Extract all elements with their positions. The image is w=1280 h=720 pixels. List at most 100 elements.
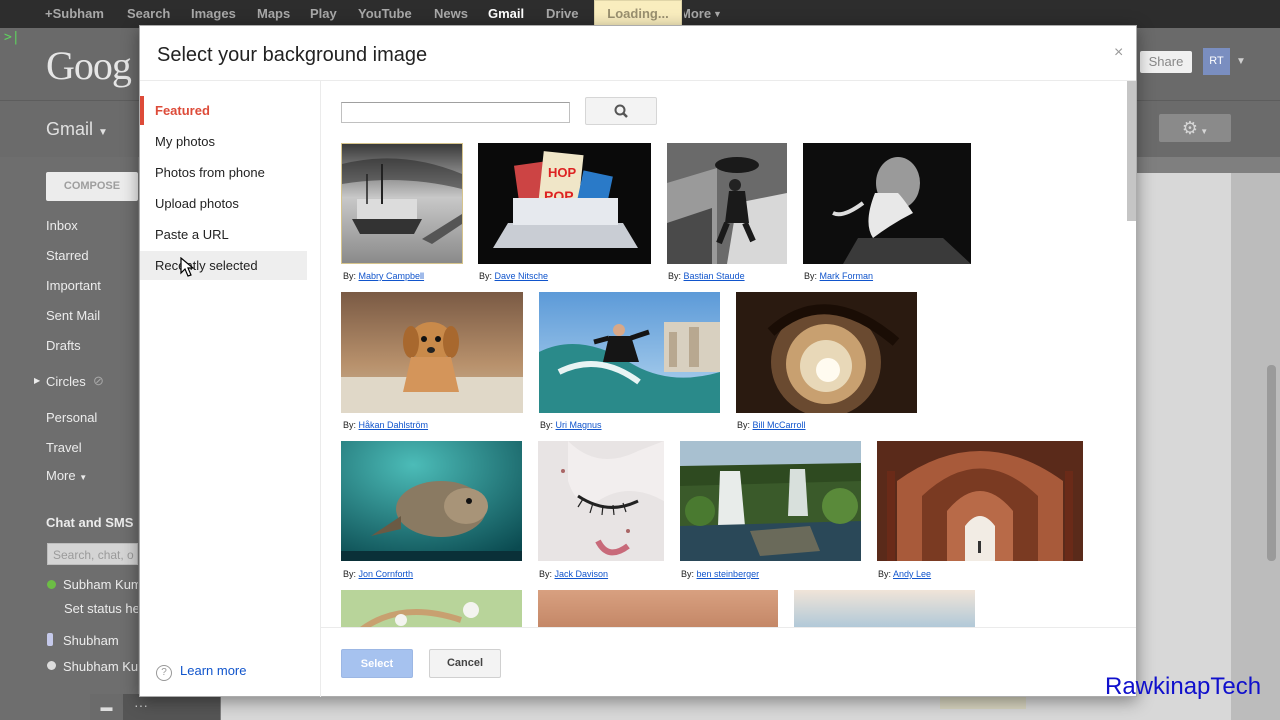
photo-grid: By: Mabry Campbell HOP POP By: Dave Nitsc… xyxy=(321,81,1118,627)
avatar[interactable]: RT xyxy=(1203,48,1230,75)
nav-sent-mail[interactable]: Sent Mail xyxy=(46,308,100,323)
chat-heading: Chat and SMS xyxy=(46,515,134,530)
sidebar-item-recently-selected[interactable]: Recently selected xyxy=(140,251,307,280)
gmail-menu-button[interactable]: Gmail ▼ xyxy=(46,119,108,140)
topbar-item-more[interactable]: More xyxy=(684,6,711,21)
sidebar-item-featured[interactable]: Featured xyxy=(140,96,307,125)
sidebar-item-photos-from-phone[interactable]: Photos from phone xyxy=(140,158,307,187)
topbar-item-play[interactable]: Play xyxy=(310,6,337,21)
author-link[interactable]: Uri Magnus xyxy=(556,420,602,430)
status-box xyxy=(940,697,1026,709)
by-label: By: xyxy=(343,569,357,579)
author-link[interactable]: Bastian Staude xyxy=(684,271,745,281)
search-button[interactable] xyxy=(585,97,657,125)
more-dots-icon[interactable]: ··· xyxy=(134,697,148,713)
chat-contact[interactable]: Subham Kum xyxy=(63,577,142,592)
photo-surfer[interactable] xyxy=(539,292,720,413)
search-input[interactable] xyxy=(341,102,570,123)
photo-old-man[interactable] xyxy=(803,143,971,264)
nav-personal[interactable]: Personal xyxy=(46,410,97,425)
photo-sky[interactable] xyxy=(794,590,975,627)
nav-starred[interactable]: Starred xyxy=(46,248,89,263)
photo-staircase[interactable] xyxy=(736,292,917,417)
nav-important[interactable]: Important xyxy=(46,278,101,293)
photo-puppy[interactable] xyxy=(341,292,523,413)
author-link[interactable]: Mabry Campbell xyxy=(359,271,425,281)
circles-icon: ⊘ xyxy=(93,373,104,388)
compose-button[interactable]: COMPOSE xyxy=(46,172,138,201)
close-icon[interactable]: × xyxy=(1114,44,1123,62)
chat-bubble-icon[interactable]: ▬ xyxy=(90,694,123,720)
photo-face[interactable] xyxy=(538,441,664,561)
settings-button[interactable]: ⚙ ▼ xyxy=(1159,114,1231,142)
photo-credit: By: Uri Magnus xyxy=(540,420,602,430)
cancel-button[interactable]: Cancel xyxy=(429,649,501,678)
author-link[interactable]: Mark Forman xyxy=(820,271,874,281)
by-label: By: xyxy=(343,420,357,430)
author-link[interactable]: Dave Nitsche xyxy=(495,271,549,281)
chat-contact[interactable]: Shubham Ku xyxy=(63,659,138,674)
photo-credit: By: Mark Forman xyxy=(804,271,873,281)
google-logo[interactable]: Goog xyxy=(46,42,132,89)
photo-waterfall[interactable] xyxy=(680,441,861,561)
author-link[interactable]: ben steinberger xyxy=(697,569,760,579)
svg-text:HOP: HOP xyxy=(548,165,577,180)
settings-caret-icon: ▼ xyxy=(1198,127,1209,136)
photo-blossom[interactable] xyxy=(341,590,522,627)
nav-travel[interactable]: Travel xyxy=(46,440,82,455)
loading-indicator: Loading... xyxy=(594,0,682,26)
topbar-item-maps[interactable]: Maps xyxy=(257,6,290,21)
google-top-bar: +Subham Search Images Maps Play YouTube … xyxy=(0,0,1280,28)
author-link[interactable]: Bill McCarroll xyxy=(753,420,806,430)
learn-more-link[interactable]: ? Learn more xyxy=(156,663,246,681)
nav-inbox[interactable]: Inbox xyxy=(46,218,78,233)
topbar-item-youtube[interactable]: YouTube xyxy=(358,6,412,21)
photo-credit: By: Bastian Staude xyxy=(668,271,745,281)
author-link[interactable]: Jon Cornforth xyxy=(359,569,414,579)
channel-watermark: RawkinapTech xyxy=(1105,673,1262,700)
topbar-item-plus[interactable]: +Subham xyxy=(45,6,104,21)
photo-desert[interactable] xyxy=(538,590,778,627)
dialog-scrollbar[interactable] xyxy=(1127,81,1136,221)
select-button[interactable]: Select xyxy=(341,649,413,678)
surfer-photo xyxy=(539,292,720,413)
portrait-photo xyxy=(803,143,971,264)
nav-circles[interactable]: Circles xyxy=(46,374,86,389)
page-scrollbar[interactable] xyxy=(1267,365,1276,561)
author-link[interactable]: Jack Davison xyxy=(555,569,609,579)
photo-books[interactable]: HOP POP xyxy=(478,143,651,264)
photo-sea-lion[interactable] xyxy=(341,441,522,561)
staircase-photo xyxy=(736,292,917,417)
sidebar-item-my-photos[interactable]: My photos xyxy=(140,127,307,156)
by-label: By: xyxy=(343,271,357,281)
dialog-title: Select your background image xyxy=(157,44,428,66)
cursor-mark-icon: >| xyxy=(4,30,20,45)
circles-expand-icon[interactable]: ▶ xyxy=(34,376,40,385)
phone-icon xyxy=(47,633,53,646)
umbrella-photo xyxy=(667,143,787,264)
chat-search-input[interactable]: Search, chat, o xyxy=(47,543,138,565)
avatar-caret-icon[interactable]: ▼ xyxy=(1236,56,1246,67)
desert-photo xyxy=(538,590,778,627)
topbar-item-search[interactable]: Search xyxy=(127,6,170,21)
set-status[interactable]: Set status he xyxy=(64,601,140,616)
topbar-item-news[interactable]: News xyxy=(434,6,468,21)
nav-drafts[interactable]: Drafts xyxy=(46,338,81,353)
chat-contact[interactable]: Shubham xyxy=(63,633,119,648)
sea-lion-photo xyxy=(341,441,522,561)
topbar-item-images[interactable]: Images xyxy=(191,6,236,21)
sidebar-item-upload-photos[interactable]: Upload photos xyxy=(140,189,307,218)
photo-credit: By: ben steinberger xyxy=(681,569,759,579)
by-label: By: xyxy=(539,569,553,579)
photo-ship[interactable] xyxy=(341,143,463,264)
photo-umbrella[interactable] xyxy=(667,143,787,264)
dialog-sidebar: Featured My photos Photos from phone Upl… xyxy=(140,81,321,697)
author-link[interactable]: Andy Lee xyxy=(893,569,931,579)
topbar-item-drive[interactable]: Drive xyxy=(546,6,579,21)
author-link[interactable]: Håkan Dahlström xyxy=(359,420,429,430)
sidebar-item-paste-url[interactable]: Paste a URL xyxy=(140,220,307,249)
nav-more[interactable]: More ▼ xyxy=(46,468,87,483)
gmail-label: Gmail xyxy=(46,119,94,139)
photo-arches[interactable] xyxy=(877,441,1083,561)
topbar-item-gmail[interactable]: Gmail xyxy=(488,6,524,21)
